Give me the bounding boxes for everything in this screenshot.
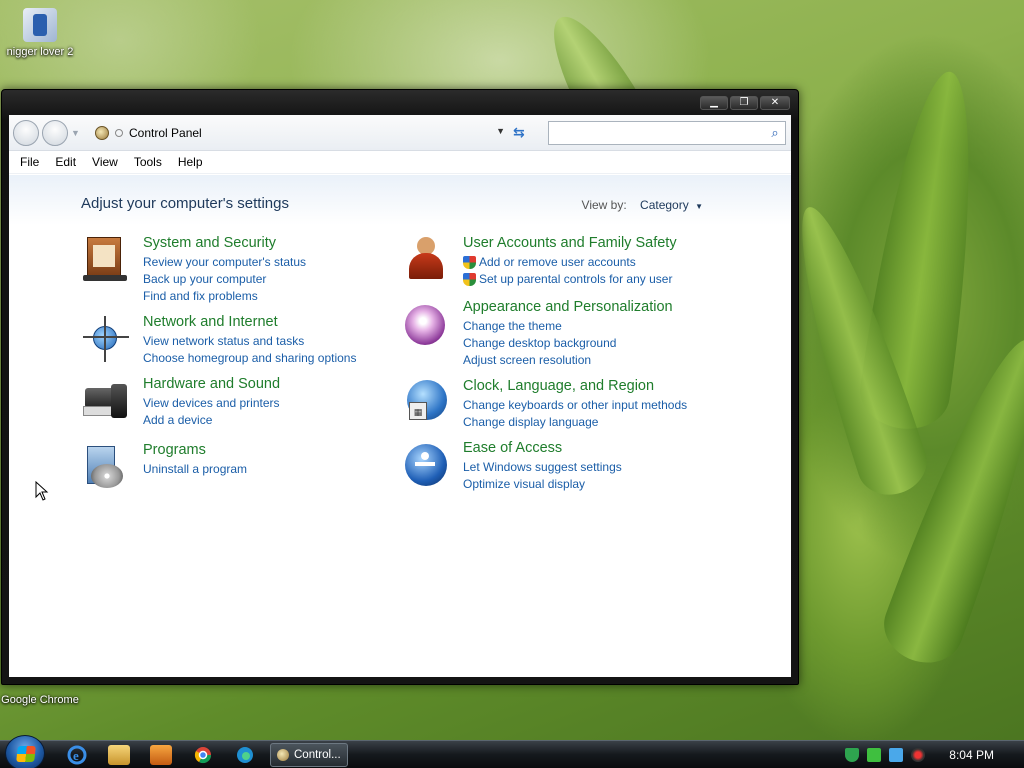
link-screen-resolution[interactable]: Adjust screen resolution xyxy=(463,352,673,369)
refresh-icon[interactable]: ⇆ xyxy=(513,124,525,141)
link-display-language[interactable]: Change display language xyxy=(463,414,687,431)
back-button[interactable] xyxy=(13,120,39,146)
taskbar-task-label: Control... xyxy=(294,749,341,761)
programs-icon[interactable] xyxy=(81,442,131,492)
start-button[interactable] xyxy=(5,735,45,768)
menu-edit[interactable]: Edit xyxy=(47,155,84,169)
security-shield-icon xyxy=(463,256,476,269)
media-player-icon[interactable] xyxy=(150,745,172,765)
category-user-accounts: User Accounts and Family Safety Add or r… xyxy=(401,235,677,288)
link-change-theme[interactable]: Change the theme xyxy=(463,318,673,335)
menu-tools[interactable]: Tools xyxy=(126,155,170,169)
category-network-internet: Network and Internet View network status… xyxy=(81,314,356,367)
volume-icon[interactable] xyxy=(911,748,926,762)
system-tray: 8:04 PM xyxy=(845,741,1024,768)
menu-bar: File Edit View Tools Help xyxy=(9,151,791,174)
link-network-status[interactable]: View network status and tasks xyxy=(143,333,356,350)
internet-explorer-icon[interactable]: e xyxy=(66,745,88,765)
clock-globe-icon[interactable]: ▦ xyxy=(401,378,451,428)
breadcrumb-control-panel[interactable]: Control Panel xyxy=(129,126,202,140)
view-by-dropdown[interactable]: Category xyxy=(640,198,689,212)
close-button[interactable]: ✕ xyxy=(760,96,790,110)
chrome-icon[interactable] xyxy=(192,745,214,765)
window-client: ▼ Control Panel ▼ ⇆ ⌕ File Edit View Too… xyxy=(9,115,791,677)
maximize-button[interactable]: ❐ xyxy=(730,96,758,110)
category-title[interactable]: User Accounts and Family Safety xyxy=(463,235,677,251)
menu-view[interactable]: View xyxy=(84,155,126,169)
mouse-cursor-icon xyxy=(35,481,49,501)
category-title[interactable]: Network and Internet xyxy=(143,314,356,330)
minimize-button[interactable]: ▁ xyxy=(700,96,728,110)
svg-text:e: e xyxy=(73,748,79,763)
link-devices-printers[interactable]: View devices and printers xyxy=(143,395,280,412)
link-desktop-background[interactable]: Change desktop background xyxy=(463,335,673,352)
category-title[interactable]: Programs xyxy=(143,442,247,458)
link-uninstall[interactable]: Uninstall a program xyxy=(143,461,247,478)
network-icon[interactable] xyxy=(889,748,904,762)
search-box[interactable]: ⌕ xyxy=(548,121,786,145)
category-system-security: System and Security Review your computer… xyxy=(81,235,306,305)
menu-file[interactable]: File xyxy=(12,155,47,169)
link-add-device[interactable]: Add a device xyxy=(143,412,280,429)
category-ease-of-access: Ease of Access Let Windows suggest setti… xyxy=(401,440,622,493)
link-add-remove-accounts[interactable]: Add or remove user accounts xyxy=(463,254,677,271)
search-icon[interactable]: ⌕ xyxy=(765,125,785,141)
taskbar: e Control... 8:04 PM xyxy=(0,735,1024,768)
search-input[interactable] xyxy=(549,123,765,143)
file-explorer-icon[interactable] xyxy=(108,745,130,765)
control-panel-icon xyxy=(277,749,289,761)
link-optimize-display[interactable]: Optimize visual display xyxy=(463,476,622,493)
link-parental-controls[interactable]: Set up parental controls for any user xyxy=(463,271,677,288)
view-by-label: View by: xyxy=(581,198,627,212)
link-suggest-settings[interactable]: Let Windows suggest settings xyxy=(463,459,622,476)
category-title[interactable]: Appearance and Personalization xyxy=(463,299,673,315)
category-title[interactable]: System and Security xyxy=(143,235,306,251)
address-dropdown-icon[interactable]: ▼ xyxy=(496,126,505,136)
action-center-flag-icon[interactable] xyxy=(867,748,882,762)
user-accounts-icon[interactable] xyxy=(401,235,451,285)
link-homegroup[interactable]: Choose homegroup and sharing options xyxy=(143,350,356,367)
security-shield-icon[interactable] xyxy=(845,748,860,762)
link-keyboards[interactable]: Change keyboards or other input methods xyxy=(463,397,687,414)
breadcrumb-separator-icon[interactable] xyxy=(115,129,123,137)
control-panel-icon xyxy=(95,126,109,140)
clock[interactable]: 8:04 PM xyxy=(949,748,994,762)
category-clock-language: ▦ Clock, Language, and Region Change key… xyxy=(401,378,687,431)
network-icon[interactable] xyxy=(81,314,131,364)
address-bar[interactable]: Control Panel ▼ xyxy=(95,121,505,145)
system-security-icon[interactable] xyxy=(81,235,131,285)
link-find-fix[interactable]: Find and fix problems xyxy=(143,288,306,305)
windows-logo-icon xyxy=(16,746,36,762)
taskbar-control-panel[interactable]: Control... xyxy=(270,743,348,767)
category-programs: Programs Uninstall a program xyxy=(81,442,247,492)
shortcut-icon xyxy=(23,8,57,42)
chevron-down-icon[interactable]: ▼ xyxy=(695,202,703,211)
control-panel-content: Adjust your computer's settings View by:… xyxy=(9,175,791,677)
link-review-status[interactable]: Review your computer's status xyxy=(143,254,306,271)
forward-button[interactable] xyxy=(42,120,68,146)
menu-help[interactable]: Help xyxy=(170,155,211,169)
link-backup[interactable]: Back up your computer xyxy=(143,271,306,288)
desktop-icon-recycle[interactable]: nigger lover 2 xyxy=(0,8,80,58)
control-panel-window: ▁ ❐ ✕ ▼ Control Panel ▼ ⇆ ⌕ File Edit Vi… xyxy=(1,89,799,685)
desktop-icon-label: Google Chrome xyxy=(1,694,79,706)
category-appearance: Appearance and Personalization Change th… xyxy=(401,299,673,369)
hardware-icon[interactable] xyxy=(81,376,131,426)
category-title[interactable]: Ease of Access xyxy=(463,440,622,456)
appearance-icon[interactable] xyxy=(401,299,451,349)
recent-pages-icon[interactable]: ▼ xyxy=(71,128,80,138)
ease-of-access-icon[interactable] xyxy=(401,440,451,490)
desktop-icon-label: nigger lover 2 xyxy=(6,46,74,58)
edge-icon[interactable] xyxy=(234,745,256,765)
security-shield-icon xyxy=(463,273,476,286)
category-title[interactable]: Hardware and Sound xyxy=(143,376,280,392)
window-controls: ▁ ❐ ✕ xyxy=(700,96,790,110)
page-title: Adjust your computer's settings xyxy=(81,195,289,212)
category-title[interactable]: Clock, Language, and Region xyxy=(463,378,687,394)
view-by: View by: Category ▼ xyxy=(582,198,703,212)
address-toolbar: ▼ Control Panel ▼ ⇆ ⌕ xyxy=(9,115,791,151)
category-hardware-sound: Hardware and Sound View devices and prin… xyxy=(81,376,280,429)
